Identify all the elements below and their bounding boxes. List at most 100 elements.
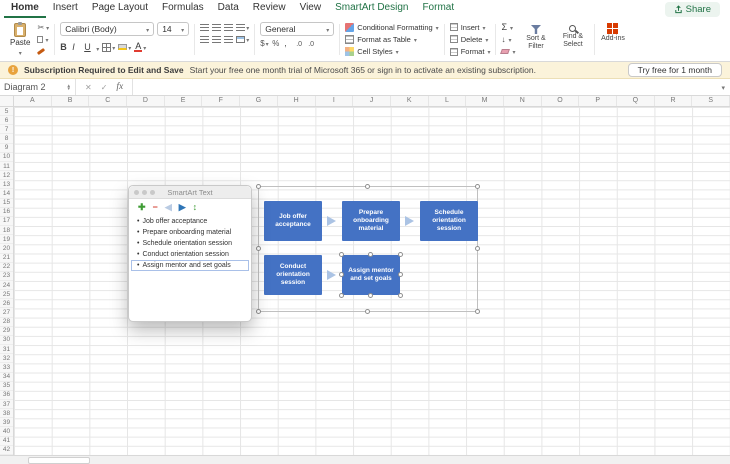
row-header-34[interactable]: 34: [0, 373, 13, 382]
bold-button[interactable]: B: [60, 42, 69, 52]
tab-smartart-design[interactable]: SmartArt Design: [328, 0, 415, 18]
selection-handle[interactable]: [398, 272, 403, 277]
addins-button[interactable]: Add-ins: [596, 20, 629, 59]
smartart-text-item[interactable]: Assign mentor and set goals: [131, 260, 249, 271]
align-left-button[interactable]: [200, 36, 209, 43]
number-format-select[interactable]: General: [260, 22, 334, 36]
try-free-button[interactable]: Try free for 1 month: [628, 63, 722, 77]
smartart-text-item[interactable]: Conduct orientation session: [131, 249, 249, 260]
font-color-button[interactable]: [134, 42, 146, 52]
diagram-box[interactable]: Conduct orientation session: [264, 255, 322, 295]
row-header-8[interactable]: 8: [0, 134, 13, 143]
delete-cells-button[interactable]: Delete: [450, 34, 491, 44]
smartart-pane-titlebar[interactable]: SmartArt Text: [129, 186, 251, 199]
row-header-26[interactable]: 26: [0, 299, 13, 308]
row-header-23[interactable]: 23: [0, 272, 13, 281]
selection-handle[interactable]: [339, 272, 344, 277]
diagram-box[interactable]: Prepare onboarding material: [342, 201, 400, 241]
column-header-E[interactable]: E: [165, 96, 203, 106]
row-header-20[interactable]: 20: [0, 244, 13, 253]
column-header-O[interactable]: O: [542, 96, 580, 106]
comma-button[interactable]: [284, 38, 293, 48]
align-center-button[interactable]: [212, 36, 221, 43]
selection-handle[interactable]: [256, 246, 261, 251]
demote-button[interactable]: ▶: [179, 203, 186, 212]
row-header-12[interactable]: 12: [0, 171, 13, 180]
selection-handle[interactable]: [339, 252, 344, 257]
name-box-stepper[interactable]: ▲▼: [67, 84, 71, 91]
name-box[interactable]: Diagram 2 ▲▼: [0, 79, 76, 95]
selection-handle[interactable]: [398, 252, 403, 257]
row-header-18[interactable]: 18: [0, 226, 13, 235]
align-right-button[interactable]: [224, 36, 233, 43]
selection-handle[interactable]: [339, 293, 344, 298]
cancel-icon[interactable]: [85, 82, 92, 92]
chevron-down-icon[interactable]: [96, 38, 99, 56]
tab-data[interactable]: Data: [211, 0, 246, 18]
find-select-button[interactable]: Find & Select: [556, 22, 589, 57]
row-header-7[interactable]: 7: [0, 125, 13, 134]
column-header-Q[interactable]: Q: [617, 96, 655, 106]
row-header-39[interactable]: 39: [0, 418, 13, 427]
column-header-H[interactable]: H: [278, 96, 316, 106]
fill-color-button[interactable]: [118, 42, 131, 52]
smartart-text-item[interactable]: Job offer acceptance: [131, 216, 249, 227]
fill-button[interactable]: [501, 34, 515, 44]
column-header-B[interactable]: B: [52, 96, 90, 106]
minimize-icon[interactable]: [142, 190, 147, 195]
column-header-D[interactable]: D: [127, 96, 165, 106]
selection-handle[interactable]: [475, 246, 480, 251]
selection-handle[interactable]: [368, 252, 373, 257]
row-header-40[interactable]: 40: [0, 427, 13, 436]
row-header-15[interactable]: 15: [0, 199, 13, 208]
copy-button[interactable]: [37, 34, 49, 46]
selection-handle[interactable]: [256, 184, 261, 189]
close-icon[interactable]: [134, 190, 139, 195]
move-item-button[interactable]: ↕: [193, 203, 198, 212]
borders-button[interactable]: [102, 42, 115, 52]
align-middle-button[interactable]: [212, 24, 221, 31]
row-header-14[interactable]: 14: [0, 189, 13, 198]
row-header-5[interactable]: 5: [0, 107, 13, 116]
selection-handle[interactable]: [256, 309, 261, 314]
column-header-N[interactable]: N: [504, 96, 542, 106]
column-header-K[interactable]: K: [391, 96, 429, 106]
selection-handle[interactable]: [475, 184, 480, 189]
merge-center-button[interactable]: [236, 34, 249, 44]
select-all-corner[interactable]: [0, 96, 14, 107]
tab-view[interactable]: View: [293, 0, 329, 18]
tab-format[interactable]: Format: [415, 0, 461, 18]
row-header-19[interactable]: 19: [0, 235, 13, 244]
column-header-P[interactable]: P: [579, 96, 617, 106]
smartart-text-item[interactable]: Schedule orientation session: [131, 238, 249, 249]
row-header-21[interactable]: 21: [0, 254, 13, 263]
column-header-I[interactable]: I: [316, 96, 354, 106]
smartart-text-item[interactable]: Prepare onboarding material: [131, 227, 249, 238]
column-header-G[interactable]: G: [240, 96, 278, 106]
font-name-select[interactable]: Calibri (Body): [60, 22, 154, 36]
row-header-37[interactable]: 37: [0, 400, 13, 409]
selection-handle[interactable]: [365, 184, 370, 189]
row-header-28[interactable]: 28: [0, 318, 13, 327]
format-painter-button[interactable]: [37, 45, 49, 57]
conditional-formatting-button[interactable]: Conditional Formatting: [345, 22, 438, 32]
row-header-6[interactable]: 6: [0, 116, 13, 125]
format-as-table-button[interactable]: Format as Table: [345, 34, 438, 44]
increase-decimal-button[interactable]: [296, 38, 305, 48]
row-header-35[interactable]: 35: [0, 382, 13, 391]
formula-bar-collapse-button[interactable]: [716, 82, 730, 92]
sort-filter-button[interactable]: Sort & Filter: [519, 22, 552, 57]
tab-home[interactable]: Home: [4, 0, 46, 18]
promote-button[interactable]: ◀: [165, 203, 172, 212]
column-header-S[interactable]: S: [692, 96, 730, 106]
autosum-button[interactable]: [501, 22, 515, 32]
row-header-9[interactable]: 9: [0, 144, 13, 153]
row-header-16[interactable]: 16: [0, 208, 13, 217]
decrease-decimal-button[interactable]: [308, 38, 317, 48]
tab-formulas[interactable]: Formulas: [155, 0, 211, 18]
smartart-text-pane[interactable]: SmartArt Text ✚ − ◀ ▶ ↕ Job offer accept…: [128, 185, 252, 322]
diagram-box[interactable]: Assign mentor and set goals: [342, 255, 400, 295]
row-header-22[interactable]: 22: [0, 263, 13, 272]
column-header-J[interactable]: J: [353, 96, 391, 106]
align-bottom-button[interactable]: [224, 24, 233, 31]
